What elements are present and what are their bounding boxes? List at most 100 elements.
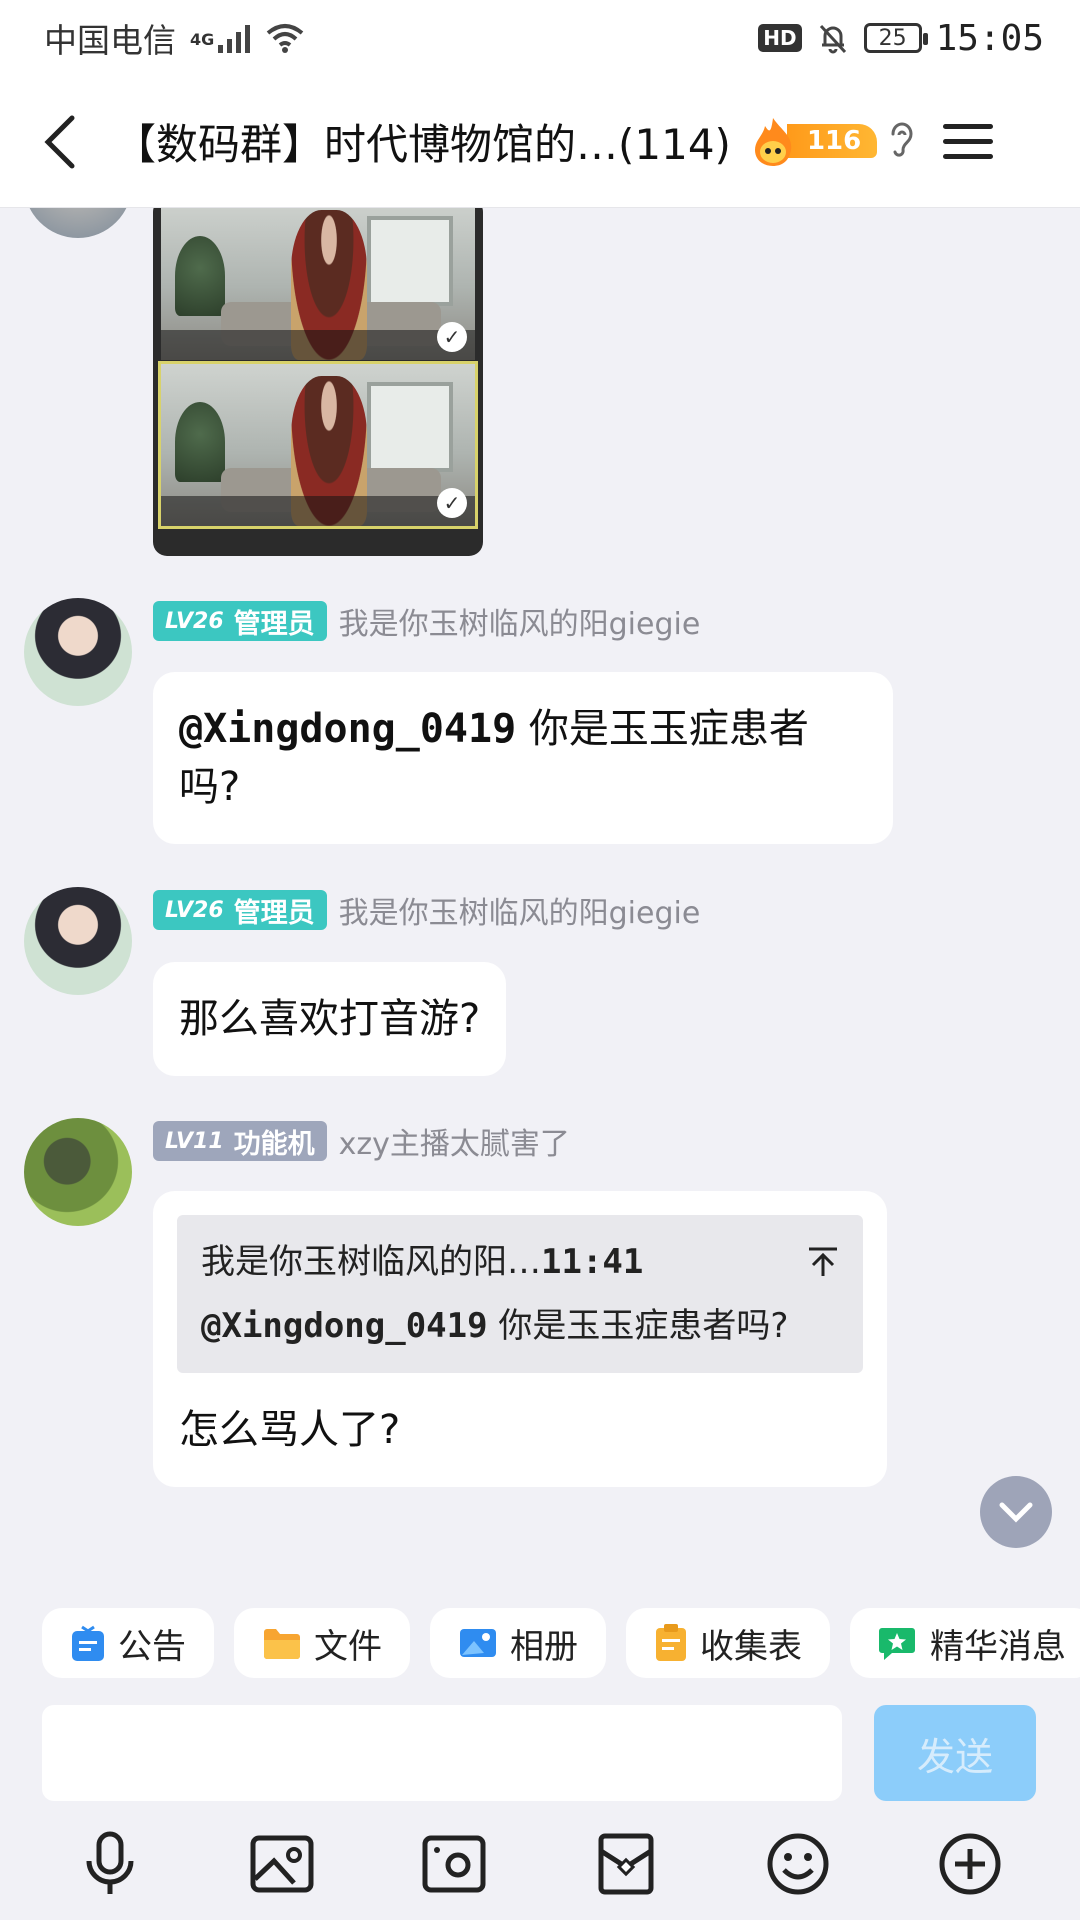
level-badge: LV11 功能机 bbox=[153, 1121, 327, 1161]
group-fire-badge[interactable]: 116 bbox=[747, 116, 878, 168]
image-icon bbox=[250, 1835, 314, 1893]
message-bubble[interactable]: 那么喜欢打音游? bbox=[153, 962, 507, 1076]
network-label: 4G bbox=[190, 30, 215, 49]
room-window bbox=[367, 382, 453, 472]
quote-time: 11:41 bbox=[541, 1242, 644, 1282]
chip-label: 精华消息 bbox=[930, 1626, 1066, 1667]
emoji-button[interactable] bbox=[763, 1829, 833, 1899]
message-bubble[interactable]: @Xingdong_0419 你是玉玉症患者吗? bbox=[153, 672, 893, 844]
chip-label: 相册 bbox=[510, 1626, 578, 1667]
menu-button[interactable] bbox=[942, 124, 993, 159]
more-button[interactable] bbox=[935, 1829, 1005, 1899]
fire-count: 116 bbox=[786, 123, 878, 158]
quote-author: 我是你玉树临风的阳… bbox=[201, 1242, 541, 1282]
folder-icon bbox=[264, 1629, 300, 1659]
room-plant bbox=[175, 236, 225, 316]
send-button[interactable]: 发送 bbox=[874, 1705, 1036, 1801]
emoji-icon bbox=[767, 1833, 829, 1895]
announcement-icon bbox=[72, 1625, 104, 1661]
chat-header: 【数码群】时代博物馆的…(114) 116 bbox=[0, 76, 1080, 208]
sender-nickname[interactable]: 我是你玉树临风的阳giegie bbox=[339, 599, 701, 643]
chip-files[interactable]: 文件 bbox=[234, 1608, 410, 1678]
chip-featured-messages[interactable]: 精华消息 bbox=[850, 1608, 1080, 1678]
battery-level: 25 bbox=[878, 25, 907, 51]
message-list[interactable]: ✓ ✓ LV26 管理员 我是你玉树临风的阳giegie @Xingdong_0… bbox=[0, 208, 1080, 1588]
message-text: 那么喜欢打音游? bbox=[179, 996, 481, 1042]
chip-collect-form[interactable]: 收集表 bbox=[626, 1608, 830, 1678]
room-plant bbox=[175, 402, 225, 482]
role-label: 功能机 bbox=[233, 1128, 315, 1160]
room-window bbox=[367, 216, 453, 306]
message-text: 怎么骂人了? bbox=[179, 1407, 401, 1453]
caption-bar bbox=[161, 330, 475, 360]
chip-label: 公告 bbox=[118, 1626, 186, 1667]
check-icon: ✓ bbox=[437, 488, 467, 518]
message-meta: LV26 管理员 我是你玉树临风的阳giegie bbox=[153, 599, 701, 643]
image-message[interactable]: ✓ ✓ bbox=[153, 208, 483, 556]
camera-icon bbox=[422, 1835, 486, 1893]
photo-button[interactable] bbox=[247, 1829, 317, 1899]
status-bar: 中国电信 4G HD 25 15:05 bbox=[0, 0, 1080, 76]
featured-message-icon bbox=[879, 1628, 915, 1660]
group-title[interactable]: 【数码群】时代博物馆的…(114) bbox=[114, 111, 731, 172]
chip-label: 文件 bbox=[314, 1626, 382, 1667]
sender-nickname[interactable]: xzy主播太腻害了 bbox=[339, 1119, 570, 1163]
microphone-icon bbox=[86, 1831, 134, 1894]
message-image[interactable]: ✓ bbox=[158, 361, 478, 529]
hd-icon: HD bbox=[758, 24, 802, 52]
composer: 发送 bbox=[0, 1698, 1080, 1808]
ear-icon bbox=[891, 122, 913, 157]
check-icon: ✓ bbox=[437, 322, 467, 352]
chip-announcement[interactable]: 公告 bbox=[42, 1608, 214, 1678]
avatar[interactable] bbox=[24, 887, 132, 995]
group-toolbar: 公告 文件 相册 收集表 精华消息 bbox=[0, 1588, 1080, 1698]
jump-to-top-icon[interactable] bbox=[807, 1246, 839, 1278]
level-badge: LV26 管理员 bbox=[153, 601, 327, 641]
quoted-message[interactable]: 我是你玉树临风的阳…11:41 @Xingdong_0419 你是玉玉症患者吗? bbox=[177, 1215, 863, 1373]
role-label: 管理员 bbox=[233, 897, 315, 929]
red-packet-button[interactable] bbox=[591, 1829, 661, 1899]
message-text: @Xingdong_0419 你是玉玉症患者吗? bbox=[179, 706, 809, 810]
avatar[interactable] bbox=[24, 208, 132, 238]
scroll-to-bottom-button[interactable] bbox=[980, 1476, 1052, 1548]
chip-label: 收集表 bbox=[700, 1626, 802, 1667]
level-label: LV26 bbox=[165, 897, 224, 923]
mute-bell-icon bbox=[819, 24, 846, 54]
back-button[interactable] bbox=[0, 76, 120, 208]
carrier-label: 中国电信 bbox=[44, 21, 176, 60]
message-bubble[interactable]: 我是你玉树临风的阳…11:41 @Xingdong_0419 你是玉玉症患者吗?… bbox=[153, 1191, 887, 1487]
chevron-left-icon bbox=[44, 115, 75, 168]
avatar[interactable] bbox=[24, 1118, 132, 1226]
camera-button[interactable] bbox=[419, 1829, 489, 1899]
signal-icon bbox=[218, 25, 251, 53]
message-image[interactable]: ✓ bbox=[161, 208, 475, 360]
album-icon bbox=[460, 1629, 496, 1657]
role-label: 管理员 bbox=[233, 608, 315, 640]
menu-icon-line bbox=[942, 139, 993, 144]
clock: 15:05 bbox=[935, 17, 1044, 59]
battery-icon: 25 bbox=[863, 23, 928, 53]
caption-bar bbox=[161, 496, 475, 526]
mention[interactable]: @Xingdong_0419 bbox=[201, 1306, 488, 1346]
message-meta: LV11 功能机 xzy主播太腻害了 bbox=[153, 1119, 570, 1163]
message-input[interactable] bbox=[42, 1705, 842, 1801]
avatar[interactable] bbox=[24, 598, 132, 706]
earpiece-button[interactable] bbox=[887, 120, 917, 164]
sender-nickname[interactable]: 我是你玉树临风的阳giegie bbox=[339, 888, 701, 932]
level-label: LV11 bbox=[165, 1128, 224, 1154]
red-packet-icon bbox=[598, 1833, 654, 1895]
clipboard-icon bbox=[656, 1624, 686, 1661]
chevron-down-icon bbox=[999, 1502, 1033, 1523]
chip-album[interactable]: 相册 bbox=[430, 1608, 606, 1678]
input-actions-bar bbox=[0, 1808, 1080, 1920]
wifi-icon bbox=[266, 24, 304, 53]
voice-button[interactable] bbox=[75, 1829, 145, 1899]
plus-icon bbox=[939, 1833, 1001, 1895]
level-badge: LV26 管理员 bbox=[153, 890, 327, 930]
menu-icon-line bbox=[942, 124, 993, 129]
quote-text: @Xingdong_0419 你是玉玉症患者吗? bbox=[201, 1306, 789, 1346]
menu-icon-line bbox=[942, 154, 993, 159]
mention[interactable]: @Xingdong_0419 bbox=[179, 706, 516, 752]
fire-icon bbox=[754, 117, 792, 166]
message-meta: LV26 管理员 我是你玉树临风的阳giegie bbox=[153, 888, 701, 932]
